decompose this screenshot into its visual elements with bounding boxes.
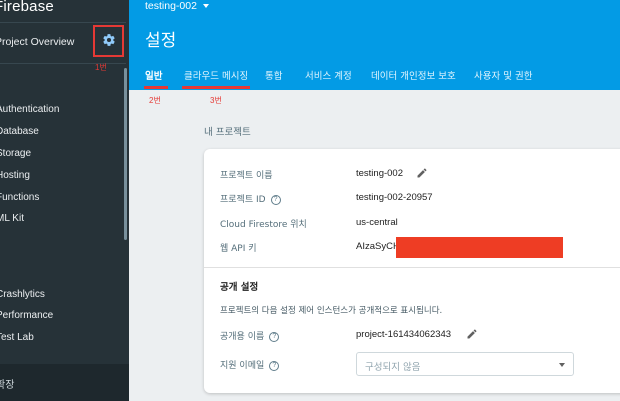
sidebar-item-ml-kit[interactable]: ML Kit — [0, 213, 24, 224]
help-icon[interactable]: ? — [269, 331, 280, 342]
annotation-1: 1번 — [95, 63, 107, 72]
section-label: 내 프로젝트 — [204, 127, 251, 138]
chevron-down-icon — [559, 363, 565, 367]
project-name-label: 프로젝트 이름 — [220, 171, 273, 181]
page-title: 설정 — [145, 31, 177, 51]
support-email-row-label: 지원 이메일? — [220, 358, 280, 371]
sidebar-item-storage[interactable]: Storage — [0, 148, 31, 159]
project-name-value: testing-002 — [356, 168, 404, 179]
sidebar: Firebase Project Overview 1번 Authenticat… — [0, 0, 129, 401]
gear-icon[interactable] — [102, 33, 116, 47]
tab-integrations[interactable]: 통합 — [265, 68, 282, 82]
firestore-location-value: us-central — [356, 217, 398, 228]
project-overview-label[interactable]: Project Overview — [0, 36, 74, 48]
support-email-select[interactable]: 구성되지 않음 — [356, 352, 574, 376]
web-api-key-label: 웹 API 키 — [220, 244, 257, 254]
tab-general[interactable]: 일반 — [145, 68, 162, 82]
divider — [204, 267, 620, 268]
annotation-2: 2번 — [149, 96, 161, 105]
sidebar-item-authentication[interactable]: Authentication — [0, 104, 59, 115]
project-id-row-label: 프로젝트 ID? — [220, 192, 281, 205]
public-name-row-label: 공개용 이름? — [220, 329, 280, 342]
tab-messaging-highlight — [182, 86, 250, 89]
edit-icon[interactable] — [416, 167, 428, 179]
sidebar-item-database[interactable]: Database — [0, 126, 39, 137]
tab-general-highlight — [144, 86, 168, 89]
public-settings-title: 공개 설정 — [220, 282, 259, 293]
project-selector[interactable]: testing-002 — [145, 0, 209, 12]
public-name-label: 공개용 이름 — [220, 332, 265, 342]
project-settings-card: 프로젝트 이름 testing-002 프로젝트 ID? testing-002… — [204, 149, 620, 393]
project-name: testing-002 — [145, 0, 197, 12]
page-header: testing-002 설정 일반 클라우드 메시징 통합 서비스 계정 데이터… — [129, 0, 620, 90]
firestore-location-label: Cloud Firestore 위치 — [220, 220, 307, 230]
sidebar-footer-label[interactable]: 확장 — [0, 376, 14, 391]
help-icon[interactable]: ? — [270, 194, 281, 205]
project-id-value: testing-002-20957 — [356, 192, 433, 203]
sidebar-item-crashlytics[interactable]: Crashlytics — [0, 289, 45, 300]
sidebar-item-test-lab[interactable]: Test Lab — [0, 332, 34, 343]
redaction-box — [396, 237, 563, 258]
public-settings-description: 프로젝트의 다음 설정 제어 인스턴스가 공개적으로 표시됩니다. — [220, 306, 443, 316]
sidebar-header: Firebase — [0, 0, 129, 20]
tab-users-permissions[interactable]: 사용자 및 권한 — [474, 68, 532, 82]
edit-icon[interactable] — [466, 328, 478, 340]
web-api-key-value: AIzaSyCH — [356, 241, 400, 252]
sidebar-scrollbar[interactable] — [124, 68, 127, 240]
tab-service-accounts[interactable]: 서비스 계정 — [305, 68, 352, 82]
tab-cloud-messaging[interactable]: 클라우드 메시징 — [184, 68, 248, 82]
brand-logo-text[interactable]: Firebase — [0, 0, 54, 15]
support-email-value: 구성되지 않음 — [365, 362, 421, 373]
project-id-label: 프로젝트 ID — [220, 195, 266, 205]
annotation-3: 3번 — [210, 96, 222, 105]
tab-data-privacy[interactable]: 데이터 개인정보 보호 — [371, 68, 456, 82]
sidebar-item-hosting[interactable]: Hosting — [0, 170, 30, 181]
sidebar-footer: 확장 — [0, 364, 129, 401]
public-name-value: project-161434062343 — [356, 329, 452, 340]
gear-highlight-box[interactable] — [93, 25, 124, 57]
help-icon[interactable]: ? — [269, 360, 280, 371]
sidebar-item-performance[interactable]: Performance — [0, 310, 53, 321]
sidebar-item-functions[interactable]: Functions — [0, 192, 39, 203]
chevron-down-icon — [202, 4, 209, 9]
support-email-label: 지원 이메일 — [220, 361, 265, 371]
